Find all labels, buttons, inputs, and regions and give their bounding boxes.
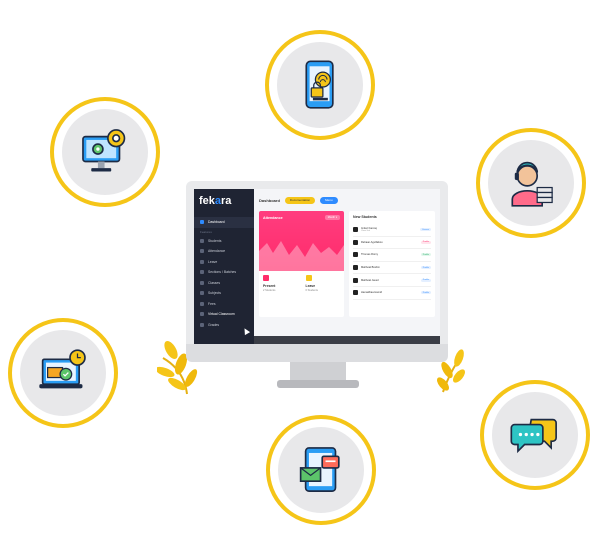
monitor-stand [290,362,346,382]
student-name: Hamadhaa Hamid [361,291,382,295]
classes-icon [200,280,204,285]
monitor-settings-icon [82,129,126,172]
student-name: Rehaan Agvillaboo [361,240,383,244]
sidebar-item-label: Sections / Batches [208,270,237,275]
schedule-feature [8,318,118,428]
phone-security-icon [305,60,335,110]
sidebar-item-label: Leave [208,259,218,264]
profile-badge[interactable]: Profile [420,291,431,295]
virtual-classroom-icon [200,312,204,317]
profile-badge[interactable]: Profile [420,266,431,270]
sidebar-item-label: Students [208,238,222,243]
present-label: Present [263,284,276,288]
leave-value: 0 Students [305,289,318,292]
main-content: Dashboard Documentation Menu Attendance … [254,189,440,344]
new-students-card: New Students Imtiaz Farooq Class 2nd Cours… [349,211,435,317]
dashboard-icon [200,220,204,225]
leave-label: Leave [305,284,316,288]
attendance-stats: Present 2 Students Leave 0 Students [259,271,344,296]
sidebar-item-label: Classes [208,280,221,285]
profile-badge[interactable]: Profile [420,240,431,244]
sidebar-item-sections[interactable]: Sections / Batches [194,267,254,278]
sidebar-item-label: Grades [208,322,220,327]
leave-icon [305,275,312,281]
topbar: Dashboard Documentation Menu [259,193,435,207]
app-logo[interactable]: fekara [194,195,254,207]
students-icon [200,238,204,243]
avatar [353,227,358,233]
messages-feature [266,415,376,525]
chat-bubbles-icon [510,419,558,454]
sidebar-item-label: Dashboard [208,220,225,225]
list-item[interactable]: Mahboal Javed Profile [353,274,431,287]
support-agent-icon [511,162,554,208]
support-feature [476,128,586,238]
chat-feature [480,380,590,490]
list-item[interactable]: Mahboal Brahim Profile [353,262,431,275]
leave-icon [200,259,204,264]
laptop-schedule-icon [39,349,87,389]
attendance-wave [259,241,344,271]
monitor-base [277,380,359,388]
profile-badge[interactable]: Course [419,228,431,232]
avatar [353,252,358,258]
avatar [353,277,358,283]
sidebar-item-dashboard[interactable]: Dashboard [194,217,254,228]
sidebar-item-attendance[interactable]: Attendance [194,246,254,257]
documentation-button[interactable]: Documentation [284,196,316,204]
student-name: Thomas Rorny [361,253,379,257]
avatar [353,290,358,296]
attendance-title: Attendance [263,216,283,220]
student-class: Class 2nd [361,230,370,233]
phone-security-feature [265,30,375,140]
sidebar-item-label: Fees [208,301,216,306]
monitor-chin [186,344,448,362]
list-item[interactable]: Imtiaz Farooq Class 2nd Course [353,224,431,237]
attendance-chart: Attendance Month ▾ [259,211,344,271]
list-item[interactable]: Thomas Rorny Profile [353,249,431,262]
profile-badge[interactable]: Profile [420,278,431,282]
sidebar-item-subjects[interactable]: Subjects [194,288,254,299]
subjects-icon [200,291,204,296]
avatar [353,265,358,271]
monitor: fekara Dashboard Features Students Atten… [186,181,448,357]
avatar [353,239,358,245]
list-item[interactable]: Hamadhaa Hamid Profile [353,287,431,300]
sidebar: fekara Dashboard Features Students Atten… [194,189,254,344]
student-list: Imtiaz Farooq Class 2nd Course Rehaan Agvil… [353,224,431,300]
sidebar-section-label: Features [200,229,212,234]
new-students-title: New Students [353,215,377,219]
sidebar-item-students[interactable]: Students [194,236,254,247]
settings-feature [50,97,160,207]
student-name: Mahboal Brahim [361,266,380,270]
sidebar-item-virtual-classroom[interactable]: Virtual Classroom [194,309,254,320]
app-screen: fekara Dashboard Features Students Atten… [194,189,440,344]
tablet-messages-icon [300,447,341,493]
present-value: 2 Students [263,289,276,292]
student-name: Mahboal Javed [361,278,379,282]
present-stat: Present 2 Students [259,271,302,296]
present-icon [263,275,269,281]
fees-icon [200,301,204,306]
sections-icon [200,270,204,275]
sidebar-item-classes[interactable]: Classes [194,278,254,289]
attendance-card: Attendance Month ▾ Present 2 Students Le… [259,211,344,317]
profile-badge[interactable]: Profile [420,253,431,257]
month-dropdown[interactable]: Month ▾ [324,215,340,220]
sidebar-item-label: Subjects [208,291,222,296]
sidebar-item-label: Virtual Classroom [208,312,235,317]
dashboard-cards: Attendance Month ▾ Present 2 Students Le… [259,211,435,317]
list-item[interactable]: Rehaan Agvillaboo Profile [353,237,431,250]
attendance-icon [200,249,204,254]
bottom-bar [254,336,440,344]
sidebar-item-label: Attendance [208,249,226,254]
sidebar-item-leave[interactable]: Leave [194,257,254,268]
leave-stat: Leave 0 Students [302,271,345,296]
menu-button[interactable]: Menu [320,196,338,204]
sidebar-item-fees[interactable]: Fees [194,299,254,310]
student-name: Imtiaz Farooq Class 2nd [361,227,420,232]
grades-icon [200,322,204,327]
page-title: Dashboard [259,197,280,203]
